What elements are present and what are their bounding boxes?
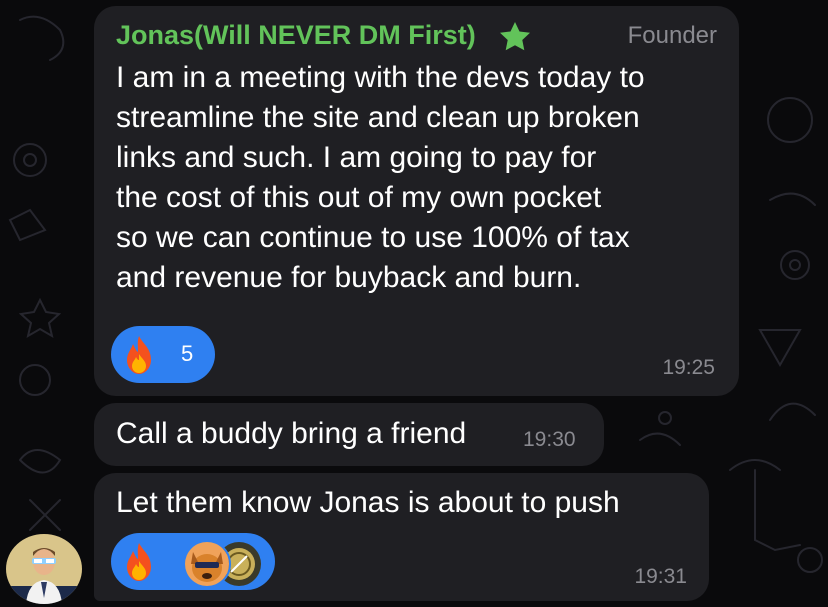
message-bubble[interactable]: Let them know Jonas is about to push 19:… [94,473,709,601]
message-text: I am in a meeting with the devs today to… [116,61,645,294]
message-time: 19:30 [523,428,576,451]
fire-icon [127,543,151,581]
reaction-count: 5 [181,341,194,366]
message-text: Let them know Jonas is about to push [116,486,620,519]
message-bubble[interactable]: Jonas(Will NEVER DM First) Founder I am … [94,6,739,396]
message-text: Call a buddy bring a friend [116,417,467,450]
message-time: 19:25 [662,356,715,379]
fire-icon [127,336,151,374]
message-bubble[interactable]: Call a buddy bring a friend 19:30 [94,403,604,466]
reaction-chip[interactable] [111,533,275,590]
sender-avatar[interactable] [6,534,82,604]
reaction-chip[interactable]: 5 [111,326,215,383]
dog-avatar-icon [183,540,231,588]
sender-name[interactable]: Jonas(Will NEVER DM First) [116,20,476,51]
star-icon [500,22,530,51]
role-tag: Founder [627,22,717,49]
message-time: 19:31 [634,565,687,588]
sender-header: Jonas(Will NEVER DM First) Founder [116,18,717,54]
